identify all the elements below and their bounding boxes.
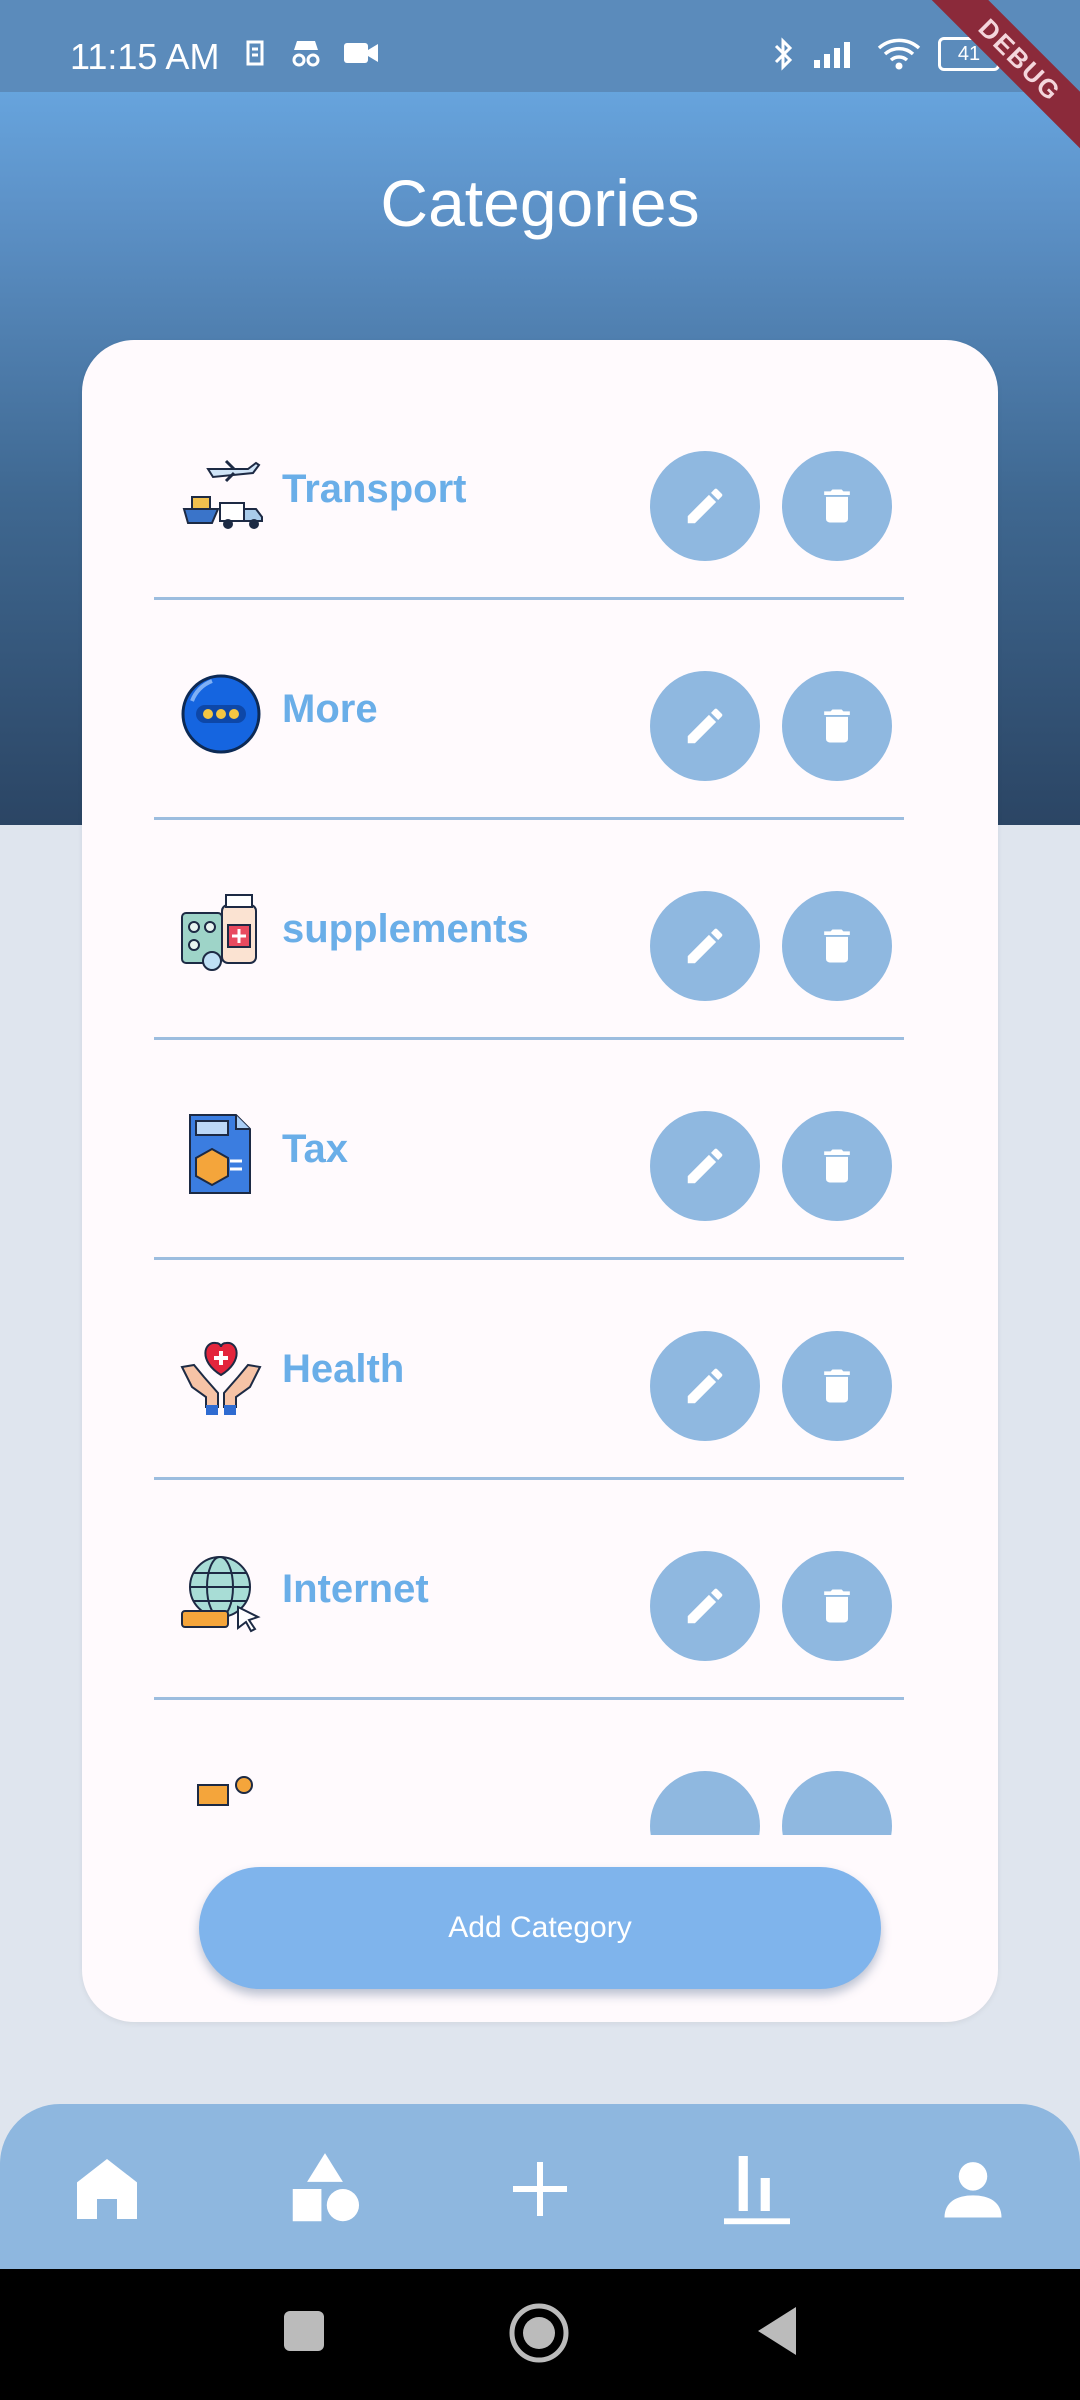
category-row-tax: Tax [154, 1037, 904, 1260]
pencil-icon [687, 1588, 723, 1624]
add-icon [513, 2162, 567, 2216]
category-row-more: More [154, 597, 904, 820]
category-row-internet: Internet [154, 1477, 904, 1700]
transport-icon [182, 459, 263, 529]
edit-button[interactable] [650, 1551, 760, 1661]
delete-button[interactable] [782, 1551, 892, 1661]
category-list[interactable]: Transport More supplements Tax Health In… [82, 340, 998, 1835]
health-icon [180, 1341, 262, 1415]
incognito-icon [292, 41, 320, 67]
pencil-icon [687, 708, 723, 744]
system-navigation-bar [0, 2269, 1080, 2400]
more-icon [181, 674, 261, 754]
delete-button[interactable] [782, 1331, 892, 1441]
category-label: supplements [282, 907, 529, 951]
edit-button[interactable] [650, 671, 760, 781]
recents-icon [284, 2311, 324, 2351]
home-icon [77, 2159, 137, 2219]
trash-icon [824, 1589, 850, 1623]
category-label: Transport [282, 467, 467, 511]
categories-card: Transport More supplements Tax Health In… [82, 340, 998, 2022]
category-row-transport: Transport [154, 377, 904, 600]
category-label: More [282, 687, 378, 731]
category-label: Internet [282, 1567, 429, 1611]
pencil-icon [687, 1368, 723, 1404]
nav-profile[interactable] [928, 2144, 1018, 2234]
category-label: Health [282, 1347, 405, 1391]
signal-icon [814, 42, 850, 68]
home-circle-icon [509, 2303, 569, 2363]
page-title: Categories [380, 166, 700, 240]
category-row-health: Health [154, 1257, 904, 1480]
recents-button[interactable] [282, 2309, 326, 2358]
tax-icon [189, 1114, 251, 1194]
delete-button[interactable] [782, 1771, 892, 1835]
status-time: 11:15 AM [70, 36, 220, 77]
edit-button[interactable] [650, 1331, 760, 1441]
nav-add[interactable] [495, 2144, 585, 2234]
sim-icon [246, 40, 264, 66]
back-icon [758, 2307, 796, 2355]
trash-icon [824, 1149, 850, 1183]
category-row-partial [154, 1697, 904, 1835]
supplements-icon [181, 894, 257, 971]
pencil-icon [687, 1148, 723, 1184]
profile-icon [944, 2162, 1002, 2218]
edit-button[interactable] [650, 891, 760, 1001]
nav-categories[interactable] [280, 2144, 370, 2234]
partial-category-icon [197, 1776, 253, 1806]
edit-button[interactable] [650, 1111, 760, 1221]
categories-icon [292, 2153, 360, 2222]
trash-icon [824, 1369, 850, 1403]
category-row-supplements: supplements [154, 817, 904, 1040]
nav-home[interactable] [62, 2144, 152, 2234]
bottom-nav [0, 2104, 1080, 2269]
nav-stats[interactable] [712, 2144, 802, 2234]
edit-button[interactable] [650, 1771, 760, 1835]
delete-button[interactable] [782, 891, 892, 1001]
stats-icon [724, 2156, 790, 2225]
status-bar: 11:15 AM 41 [0, 0, 1080, 92]
delete-button[interactable] [782, 671, 892, 781]
trash-icon [824, 709, 850, 743]
delete-button[interactable] [782, 1111, 892, 1221]
video-icon [344, 43, 378, 63]
bluetooth-icon [774, 37, 793, 71]
delete-button[interactable] [782, 451, 892, 561]
home-button[interactable] [508, 2302, 570, 2369]
pencil-icon [687, 488, 723, 524]
internet-icon [181, 1556, 261, 1633]
wifi-icon [877, 38, 921, 70]
category-label: Tax [282, 1127, 348, 1171]
add-category-button[interactable]: Add Category [199, 1867, 881, 1989]
edit-button[interactable] [650, 451, 760, 561]
trash-icon [824, 929, 850, 963]
trash-icon [824, 489, 850, 523]
pencil-icon [687, 928, 723, 964]
back-button[interactable] [754, 2305, 798, 2362]
